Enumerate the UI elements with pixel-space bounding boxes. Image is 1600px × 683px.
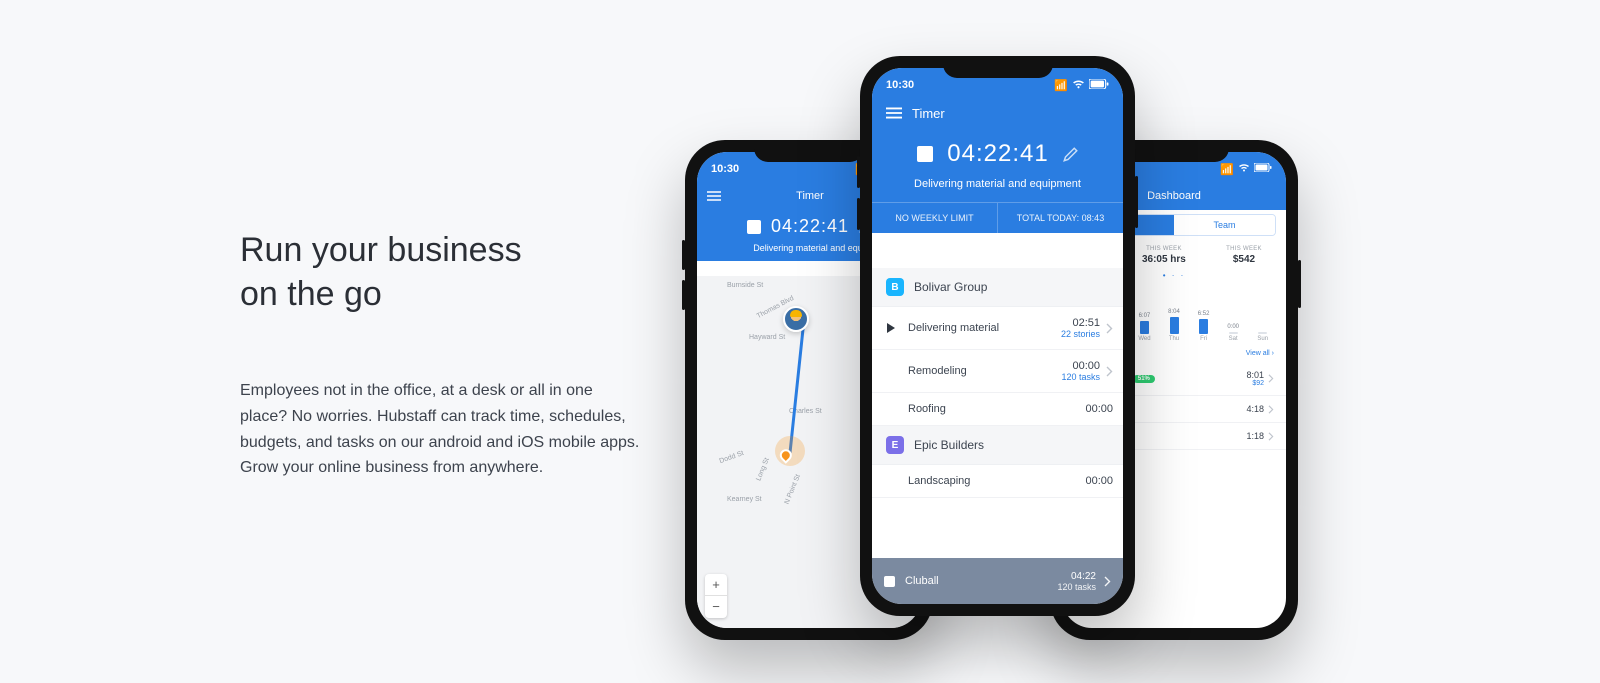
task-time: 00:00 [1085,475,1113,487]
stop-icon[interactable] [884,576,895,587]
phone-mockups: 10:30 📶 [685,56,1305,646]
task-row[interactable]: Remodeling 00:00120 tasks [872,350,1123,393]
task-name: Roofing [908,403,1085,415]
menu-icon[interactable] [707,191,723,201]
group-badge: E [886,436,904,454]
chart-column: 6:07 Wed [1133,313,1156,342]
zoom-controls[interactable]: + − [705,574,727,618]
chart-bar [1199,319,1208,334]
signal-icon: 📶 [1220,163,1234,176]
page-title: Timer [912,106,945,121]
wifi-icon [1072,79,1085,92]
chart-bar [1170,317,1179,334]
chevron-right-icon [1106,366,1113,377]
destination-marker[interactable] [775,436,805,466]
task-row[interactable]: Landscaping 00:00 [872,465,1123,498]
edit-icon[interactable] [1063,147,1078,162]
task-time: 02:51 [1061,317,1100,329]
task-row[interactable]: Roofing 00:00 [872,393,1123,426]
now-playing-bar[interactable]: Cluball 04:22 120 tasks [872,558,1123,604]
phone-center: 10:30 📶 Timer [860,56,1135,616]
task-name: Delivering material [908,322,1061,334]
chart-bar [1258,332,1267,334]
battery-icon [1089,79,1109,92]
timer-value: 04:22:41 [947,140,1048,168]
chevron-right-icon [1268,432,1274,441]
chevron-right-icon [1104,576,1111,587]
task-name: Remodeling [908,365,1061,377]
task-meta: 22 stories [1061,329,1100,339]
chart-bar [1140,321,1149,334]
now-playing-name: Cluball [905,575,1057,587]
group-name: Epic Builders [914,438,984,452]
menu-icon[interactable] [886,107,902,119]
task-time: 00:00 [1061,360,1100,372]
task-time: 00:00 [1085,403,1113,415]
chart-column: 0:00 Sat [1222,324,1245,342]
signal-icon: 📶 [1054,79,1068,92]
chart-column: 6:52 Fri [1192,311,1215,342]
chart-column: 8:04 Thu [1163,309,1186,342]
weekly-limit: No weekly limit [872,203,998,233]
percent-pill: 51% [1133,375,1155,383]
stop-button[interactable] [917,146,933,162]
marketing-body: Employees not in the office, at a desk o… [240,378,640,480]
timer-value: 04:22:41 [771,216,849,237]
task-group[interactable]: E Epic Builders [872,426,1123,465]
marketing-copy: Run your business on the go Employees no… [240,228,640,481]
view-all-link[interactable]: View all › [1246,350,1274,360]
group-name: Bolivar Group [914,280,987,294]
task-meta: 120 tasks [1061,372,1100,382]
stop-button[interactable] [747,220,761,234]
task-row[interactable]: Delivering material 02:5122 stories [872,307,1123,350]
chart-bar [1229,332,1238,334]
battery-icon [1254,163,1272,175]
zoom-out-button[interactable]: − [705,596,727,618]
task-list[interactable]: B Bolivar Group Delivering material 02:5… [872,268,1123,558]
worker-avatar[interactable] [783,306,809,332]
task-name: Landscaping [908,475,1085,487]
segment-team[interactable]: Team [1174,215,1275,235]
chart-column: Sun [1251,330,1274,342]
task-group[interactable]: B Bolivar Group [872,268,1123,307]
play-icon[interactable] [886,322,900,334]
chevron-right-icon [1106,323,1113,334]
chevron-right-icon [1268,374,1274,383]
marketing-heading: Run your business on the go [240,228,640,316]
status-time: 10:30 [711,163,739,175]
group-badge: B [886,278,904,296]
chevron-right-icon [1268,405,1274,414]
wifi-icon [1238,163,1250,175]
total-today: TOTAL TODAY: 08:43 [998,203,1123,233]
timer-subtitle: Delivering material and equipment [886,174,1109,202]
zoom-in-button[interactable]: + [705,574,727,596]
